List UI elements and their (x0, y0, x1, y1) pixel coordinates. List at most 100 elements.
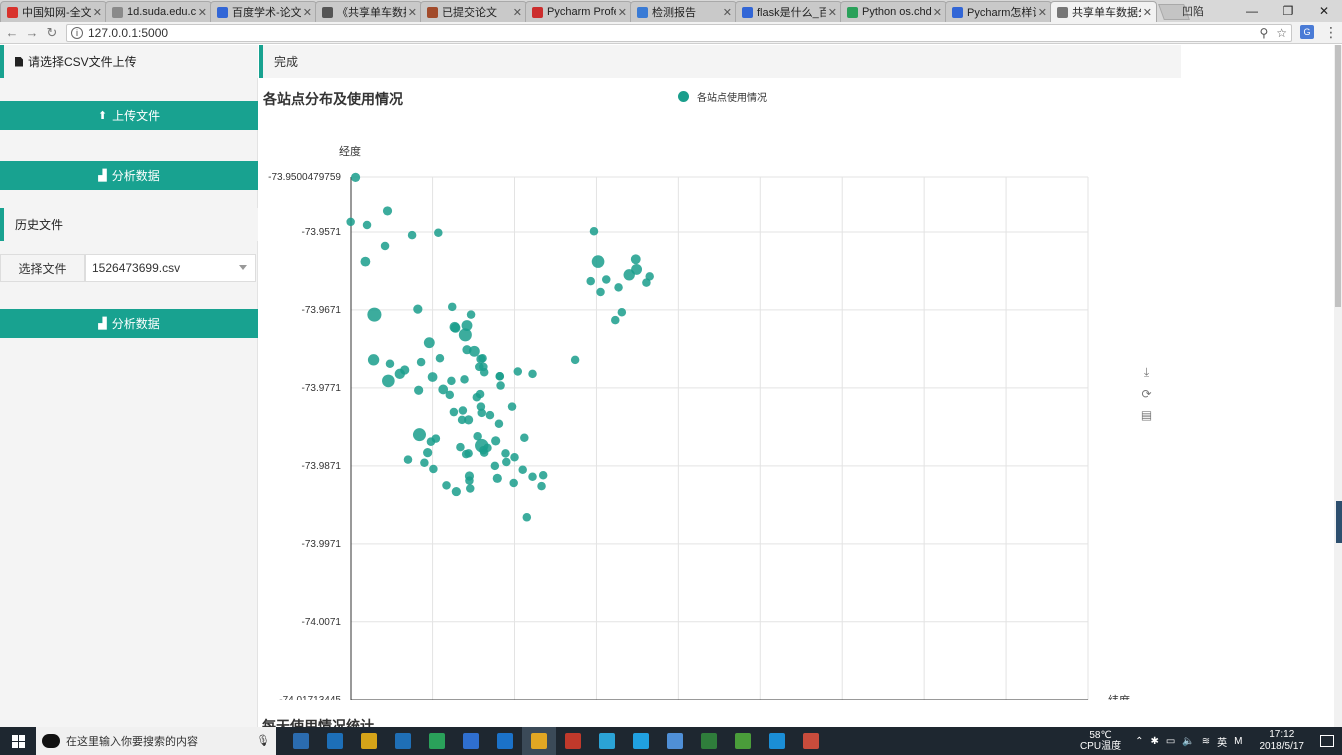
tab-close-icon[interactable]: ✕ (1143, 6, 1152, 19)
taskbar-app-icon[interactable] (454, 727, 488, 755)
tab-close-icon[interactable]: ✕ (408, 6, 417, 19)
volume-icon[interactable]: 🔈 (1182, 736, 1194, 747)
browser-tab[interactable]: 中国知网-全文期✕ (0, 1, 107, 22)
browser-tab[interactable]: 共享单车数据分✕ (1050, 1, 1157, 22)
close-window-button[interactable]: ✕ (1306, 4, 1342, 18)
browser-tab[interactable]: 《共享单车数据✕ (315, 1, 422, 22)
selected-file-value: 1526473699.csv (92, 261, 181, 275)
taskbar-app-icon[interactable] (658, 727, 692, 755)
input-language-label[interactable]: 英 (1217, 734, 1227, 749)
taskbar-app-icon[interactable] (318, 727, 352, 755)
minimize-button[interactable]: — (1234, 4, 1270, 18)
forward-icon[interactable]: → (24, 25, 40, 40)
data-point (350, 172, 361, 183)
site-info-icon[interactable]: i (71, 27, 83, 39)
zoom-icon[interactable]: ⚲ (1259, 26, 1268, 40)
notification-center-icon[interactable] (1320, 735, 1334, 747)
browser-tab[interactable]: 检测报告 ✕ (630, 1, 737, 22)
taskbar-app-icon[interactable] (284, 727, 318, 755)
back-icon[interactable]: ← (4, 25, 20, 40)
data-point (434, 228, 443, 238)
tab-title: 中国知网-全文期 (22, 7, 91, 19)
analyze-data-button[interactable]: ▟ 分析数据 (0, 161, 258, 190)
microphone-icon[interactable]: 🎙 (256, 734, 270, 747)
area-chart-icon: ▟ (98, 318, 107, 330)
data-point (642, 278, 651, 287)
page-scrollbar[interactable] (1334, 45, 1342, 727)
taskbar-app-icon[interactable] (352, 727, 386, 755)
taskbar-search-box[interactable]: 在这里输入你要搜索的内容 🎙 (36, 727, 276, 755)
browser-tab[interactable]: Python os.chdi ✕ (840, 1, 947, 22)
y-tick-label: -73.9571 (302, 227, 342, 238)
data-view-icon[interactable]: ▤ (1139, 407, 1154, 422)
network-icon[interactable]: ▭ (1166, 736, 1175, 747)
scrollbar-thumb[interactable] (1335, 45, 1341, 307)
app-glyph-icon (293, 733, 309, 749)
tab-close-icon[interactable]: ✕ (618, 6, 627, 19)
browser-menu-icon[interactable]: ⋮ (1324, 24, 1338, 41)
browser-profile-label[interactable]: 凹陷 (1182, 3, 1204, 19)
bluetooth-icon[interactable]: ✱ (1150, 736, 1158, 747)
taskbar-app-icon[interactable] (692, 727, 726, 755)
data-point (617, 308, 627, 317)
browser-tab[interactable]: flask是什么_百度✕ (735, 1, 842, 22)
tab-close-icon[interactable]: ✕ (513, 6, 522, 19)
tray-up-icon[interactable]: ⌃ (1135, 736, 1143, 747)
tab-title: flask是什么_百度 (757, 7, 826, 19)
tab-close-icon[interactable]: ✕ (933, 6, 942, 19)
taskbar-app-icon[interactable] (794, 727, 828, 755)
reload-icon[interactable]: ↻ (44, 25, 60, 41)
taskbar-app-icon[interactable] (386, 727, 420, 755)
data-point (537, 481, 546, 491)
y-tick-label: -73.9871 (302, 461, 342, 472)
data-point (400, 365, 410, 375)
browser-tab[interactable]: Pycharm Profes✕ (525, 1, 632, 22)
taskbar-app-icon[interactable] (420, 727, 454, 755)
data-point (462, 345, 472, 355)
side-panel-handle[interactable] (1336, 501, 1342, 543)
input-method-icon[interactable]: M (1234, 736, 1242, 747)
data-point (465, 476, 474, 485)
file-select-dropdown[interactable]: 1526473699.csv (85, 254, 256, 282)
browser-tab[interactable]: 百度学术-论文查✕ (210, 1, 317, 22)
data-point (442, 481, 451, 490)
browser-tab[interactable]: 已提交论文 ✕ (420, 1, 527, 22)
file-icon (15, 56, 23, 67)
wifi-icon[interactable]: ≋ (1202, 736, 1210, 747)
taskbar-app-icon[interactable] (590, 727, 624, 755)
tab-favicon-icon (7, 6, 18, 18)
url-input[interactable]: i 127.0.0.1:5000 ⚲ ☆ (66, 24, 1292, 42)
url-text: 127.0.0.1:5000 (88, 26, 169, 40)
start-button[interactable] (0, 727, 36, 755)
tab-close-icon[interactable]: ✕ (198, 6, 207, 19)
analyze-history-button[interactable]: ▟ 分析数据 (0, 309, 258, 338)
maximize-button[interactable]: ❐ (1270, 4, 1306, 18)
tab-title: 共享单车数据分 (1072, 7, 1141, 19)
taskbar-app-icon[interactable] (760, 727, 794, 755)
weather-widget[interactable]: 58℃ CPU温度 (1080, 730, 1121, 752)
upload-file-button[interactable]: ⬆ 上传文件 (0, 101, 258, 130)
taskbar-app-icon[interactable] (522, 727, 556, 755)
download-icon[interactable]: ⤓ (1139, 365, 1154, 380)
app-glyph-icon (395, 733, 411, 749)
bookmark-star-icon[interactable]: ☆ (1276, 26, 1287, 40)
browser-tab[interactable]: Pycharm怎样设 ✕ (945, 1, 1052, 22)
data-point (490, 461, 500, 471)
refresh-icon[interactable]: ⟳ (1139, 386, 1154, 401)
history-header-text: 历史文件 (15, 218, 64, 232)
taskbar-app-icon[interactable] (726, 727, 760, 755)
taskbar-clock[interactable]: 17:12 2018/5/17 (1260, 729, 1305, 753)
translate-extension-icon[interactable]: G (1300, 25, 1314, 39)
browser-tab[interactable]: 1d.suda.edu.cn ✕ (105, 1, 212, 22)
taskbar-app-icon[interactable] (556, 727, 590, 755)
tab-close-icon[interactable]: ✕ (303, 6, 312, 19)
taskbar-app-icon[interactable] (624, 727, 658, 755)
tab-close-icon[interactable]: ✕ (1038, 6, 1047, 19)
tab-close-icon[interactable]: ✕ (828, 6, 837, 19)
tab-close-icon[interactable]: ✕ (723, 6, 732, 19)
tab-close-icon[interactable]: ✕ (93, 6, 102, 19)
data-point (494, 419, 504, 429)
analyze-history-label: 分析数据 (111, 317, 160, 331)
tab-title: 1d.suda.edu.cn (127, 6, 196, 18)
taskbar-app-icon[interactable] (488, 727, 522, 755)
